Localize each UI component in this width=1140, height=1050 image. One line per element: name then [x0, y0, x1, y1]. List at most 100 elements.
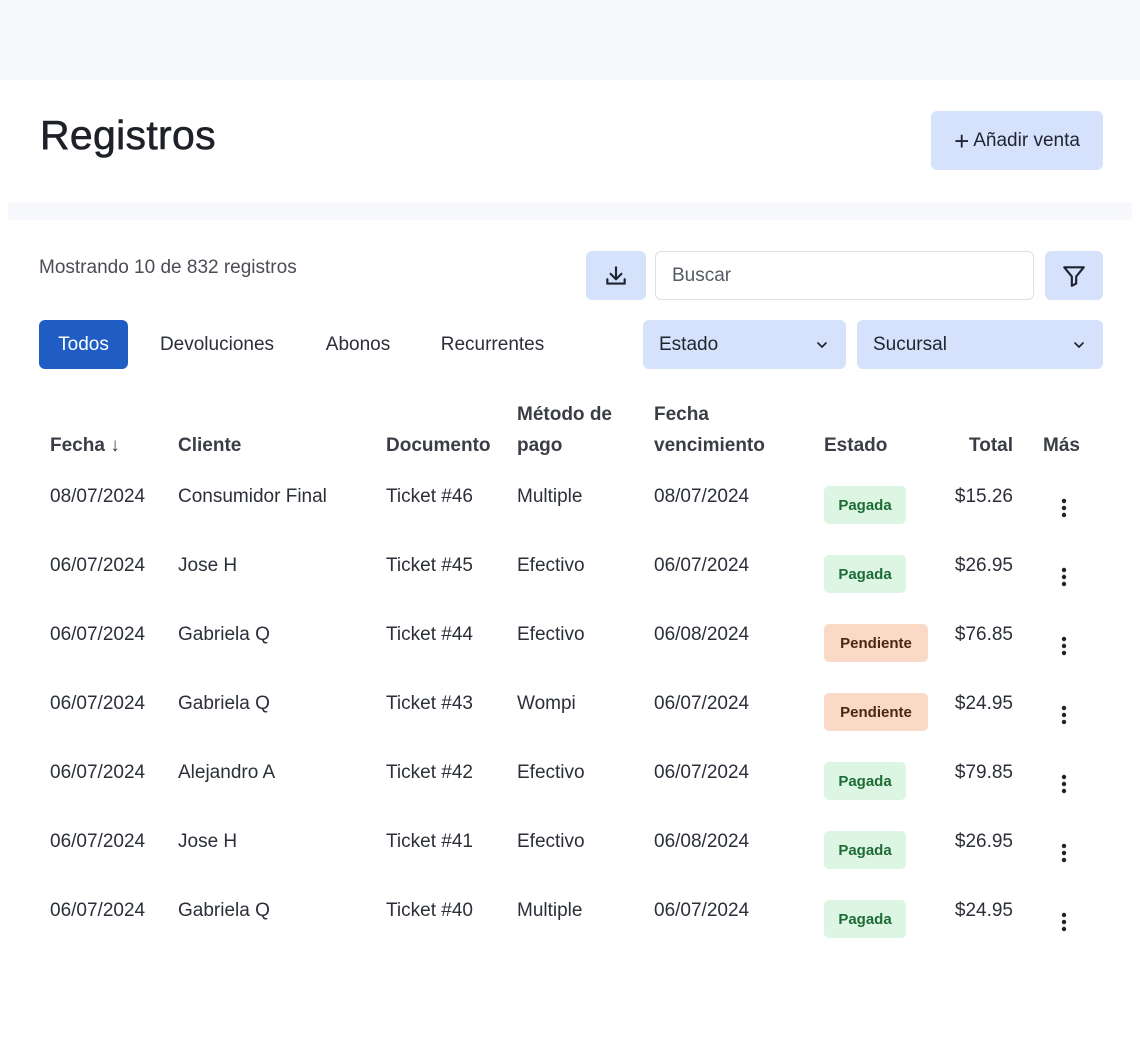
column-header-cliente: Cliente [178, 435, 242, 456]
status-badge: Pagada [824, 762, 906, 800]
cell-total: $26.95 [954, 831, 1013, 852]
estado-select[interactable]: Estado [643, 320, 846, 369]
status-badge: Pendiente [824, 624, 928, 662]
tab-abonos[interactable]: Abonos [310, 320, 406, 369]
cell-vencimiento: 06/08/2024 [654, 624, 750, 645]
cell-cliente: Consumidor Final [178, 486, 327, 507]
plus-icon: + [954, 125, 970, 156]
vertical-dots-icon [1061, 567, 1067, 587]
cell-vencimiento: 06/07/2024 [654, 693, 750, 714]
status-badge: Pagada [824, 900, 906, 938]
cell-fecha: 06/07/2024 [50, 900, 146, 921]
section-divider [8, 202, 1132, 220]
column-header-estado: Estado [824, 435, 888, 456]
table-row[interactable]: 06/07/2024 Jose H Ticket #45 Efectivo 06/07/… [0, 543, 1140, 612]
status-badge: Pagada [824, 486, 906, 524]
chevron-down-icon [1074, 341, 1084, 348]
more-options-button[interactable] [1053, 632, 1075, 660]
cell-fecha: 06/07/2024 [50, 555, 146, 576]
more-options-button[interactable] [1053, 494, 1075, 522]
page-title: Registros [40, 112, 216, 159]
more-options-button[interactable] [1053, 908, 1075, 936]
more-options-button[interactable] [1053, 839, 1075, 867]
status-badge: Pagada [824, 555, 906, 593]
sucursal-select[interactable]: Sucursal [857, 320, 1103, 369]
column-header-vencimiento-line1: Fecha [654, 404, 709, 425]
cell-documento: Ticket #43 [386, 693, 473, 714]
filter-icon [1063, 265, 1085, 287]
cell-vencimiento: 06/07/2024 [654, 900, 750, 921]
cell-cliente: Jose H [178, 555, 238, 576]
cell-vencimiento: 06/07/2024 [654, 555, 750, 576]
column-header-mas: Más [1043, 435, 1080, 456]
vertical-dots-icon [1061, 498, 1067, 518]
more-options-button[interactable] [1053, 701, 1075, 729]
cell-cliente: Jose H [178, 831, 238, 852]
table-row[interactable]: 06/07/2024 Alejandro A Ticket #42 Efectivo 0… [0, 750, 1140, 819]
column-header-fecha[interactable]: Fecha ↓ [50, 430, 120, 461]
cell-vencimiento: 06/08/2024 [654, 831, 750, 852]
cell-fecha: 08/07/2024 [50, 486, 146, 507]
column-header-metodo: Método de pago [517, 399, 612, 461]
cell-cliente: Gabriela Q [178, 693, 270, 714]
column-header-documento: Documento [386, 435, 491, 456]
cell-fecha: 06/07/2024 [50, 624, 146, 645]
cell-total: $24.95 [954, 693, 1013, 714]
download-icon [606, 265, 626, 285]
tab-devoluciones[interactable]: Devoluciones [144, 320, 290, 369]
status-badge: Pagada [824, 831, 906, 869]
more-options-button[interactable] [1053, 563, 1075, 591]
cell-metodo: Efectivo [517, 624, 585, 645]
cell-metodo: Efectivo [517, 831, 585, 852]
cell-total: $76.85 [954, 624, 1013, 645]
chevron-down-icon [817, 341, 827, 348]
cell-total: $24.95 [954, 900, 1013, 921]
more-options-button[interactable] [1053, 770, 1075, 798]
cell-total: $79.85 [954, 762, 1013, 783]
search-input[interactable] [655, 251, 1034, 300]
cell-cliente: Alejandro A [178, 762, 276, 783]
cell-metodo: Wompi [517, 693, 576, 714]
cell-documento: Ticket #46 [386, 486, 473, 507]
cell-metodo: Multiple [517, 486, 583, 507]
cell-documento: Ticket #42 [386, 762, 473, 783]
record-count: Mostrando 10 de 832 registros [39, 257, 297, 278]
cell-metodo: Efectivo [517, 762, 585, 783]
cell-fecha: 06/07/2024 [50, 831, 146, 852]
column-header-metodo-line2: pago [517, 435, 563, 456]
cell-documento: Ticket #45 [386, 555, 473, 576]
table-row[interactable]: 06/07/2024 Jose H Ticket #41 Efectivo 06/08/… [0, 819, 1140, 888]
cell-cliente: Gabriela Q [178, 900, 270, 921]
cell-fecha: 06/07/2024 [50, 762, 146, 783]
table-row[interactable]: 06/07/2024 Gabriela Q Ticket #43 Wompi 06/07… [0, 681, 1140, 750]
filter-button[interactable] [1045, 251, 1103, 300]
table-row[interactable]: 06/07/2024 Gabriela Q Ticket #44 Efectivo 06… [0, 612, 1140, 681]
add-sale-label: Añadir venta [973, 129, 1080, 151]
cell-vencimiento: 06/07/2024 [654, 762, 750, 783]
vertical-dots-icon [1061, 705, 1067, 725]
vertical-dots-icon [1061, 636, 1067, 656]
vertical-dots-icon [1061, 774, 1067, 794]
cell-documento: Ticket #41 [386, 831, 473, 852]
cell-total: $15.26 [954, 486, 1013, 507]
tab-recurrentes[interactable]: Recurrentes [424, 320, 561, 369]
column-header-vencimiento: Fecha vencimiento [654, 399, 765, 461]
column-header-metodo-line1: Método de [517, 404, 612, 425]
status-badge: Pendiente [824, 693, 928, 731]
cell-vencimiento: 08/07/2024 [654, 486, 750, 507]
page-top-band [0, 0, 1140, 80]
vertical-dots-icon [1061, 843, 1067, 863]
vertical-dots-icon [1061, 912, 1067, 932]
table-row[interactable]: 08/07/2024 Consumidor Final Ticket #46 Mult… [0, 474, 1140, 543]
cell-fecha: 06/07/2024 [50, 693, 146, 714]
cell-documento: Ticket #40 [386, 900, 473, 921]
add-sale-button[interactable]: + Añadir venta [931, 111, 1103, 170]
cell-metodo: Multiple [517, 900, 583, 921]
tab-todos[interactable]: Todos [39, 320, 128, 369]
download-button[interactable] [586, 251, 646, 300]
table-row[interactable]: 06/07/2024 Gabriela Q Ticket #40 Multiple 06… [0, 888, 1140, 957]
cell-cliente: Gabriela Q [178, 624, 270, 645]
column-header-total: Total [969, 435, 1013, 456]
cell-total: $26.95 [954, 555, 1013, 576]
cell-metodo: Efectivo [517, 555, 585, 576]
